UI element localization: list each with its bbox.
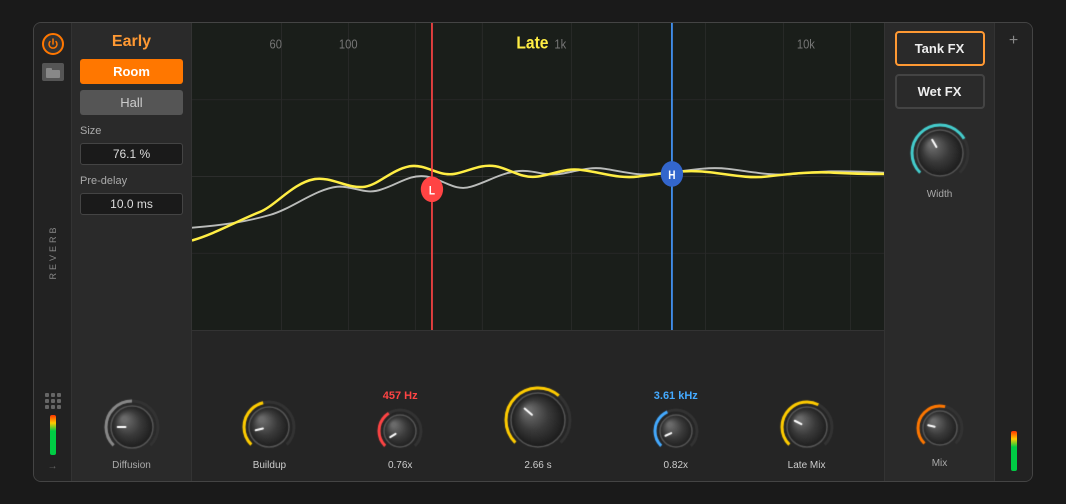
buildup-label: Buildup [253, 460, 286, 471]
low-shape-value: 0.76x [388, 460, 412, 471]
svg-text:H: H [668, 169, 675, 182]
width-knob[interactable] [908, 121, 972, 185]
predelay-label: Pre-delay [80, 175, 183, 187]
width-label: Width [927, 189, 953, 200]
svg-text:1k: 1k [554, 37, 567, 52]
high-shape-knob[interactable] [651, 406, 701, 456]
mix-label: Mix [932, 458, 948, 469]
power-button[interactable] [42, 33, 64, 55]
controls-strip: Buildup 457 Hz 0.76x 2.66 s 3.61 kHz 0.8… [192, 331, 884, 481]
eq-svg: 60 100 1k 10k Late L H [192, 23, 884, 330]
eq-display: 60 100 1k 10k Late L H [192, 23, 884, 331]
left-strip-bottom: → [45, 393, 61, 471]
arrow-icon[interactable]: → [45, 461, 61, 471]
early-section: Early Room Hall Size 76.1 % Pre-delay 10… [72, 23, 192, 481]
svg-text:L: L [429, 185, 436, 198]
knob-group-late-mix: Late Mix [778, 378, 836, 471]
low-freq-label: 457 Hz [383, 390, 418, 402]
tank-fx-button[interactable]: Tank FX [895, 31, 985, 66]
buildup-knob[interactable] [240, 398, 298, 456]
plus-right[interactable]: + [1009, 33, 1018, 49]
size-value[interactable]: 76.1 % [80, 143, 183, 165]
knob-group-decay: 2.66 s [502, 364, 574, 471]
decay-value: 2.66 s [524, 460, 551, 471]
left-strip: REVERB → [34, 23, 72, 481]
wet-fx-button[interactable]: Wet FX [895, 74, 985, 109]
vu-meter-right [1011, 431, 1017, 471]
svg-text:60: 60 [269, 37, 282, 52]
plugin-label: REVERB [48, 224, 58, 279]
diffusion-knob-area: Diffusion [80, 397, 183, 471]
right-panel: Tank FX Wet FX Width Mix [884, 23, 994, 481]
plugin-container: REVERB → Early Room Hall Size 76.1 % Pre… [33, 22, 1033, 482]
right-strip: + [994, 23, 1032, 481]
diffusion-knob[interactable] [102, 397, 162, 457]
size-label: Size [80, 125, 183, 137]
decay-knob[interactable] [502, 384, 574, 456]
mix-knob[interactable] [914, 402, 966, 454]
predelay-value[interactable]: 10.0 ms [80, 193, 183, 215]
high-freq-label: 3.61 kHz [654, 390, 698, 402]
early-title: Early [80, 33, 183, 51]
svg-text:100: 100 [339, 37, 358, 52]
mix-knob-area: Mix [914, 402, 966, 469]
late-mix-label: Late Mix [788, 460, 826, 471]
hall-button[interactable]: Hall [80, 90, 183, 115]
knob-group-low-shape: 457 Hz 0.76x [375, 390, 425, 471]
low-shape-knob[interactable] [375, 406, 425, 456]
late-mix-knob[interactable] [778, 398, 836, 456]
grid-icon[interactable] [45, 393, 61, 409]
svg-text:Late: Late [516, 33, 548, 53]
diffusion-label: Diffusion [112, 460, 151, 471]
room-button[interactable]: Room [80, 59, 183, 84]
main-area: 60 100 1k 10k Late L H [192, 23, 884, 481]
knob-group-high-shape: 3.61 kHz 0.82x [651, 390, 701, 471]
folder-button[interactable] [42, 63, 64, 81]
width-knob-area: Width [908, 121, 972, 200]
knob-group-buildup: Buildup [240, 378, 298, 471]
high-shape-value: 0.82x [664, 460, 688, 471]
svg-text:10k: 10k [797, 37, 816, 52]
vu-meter-left [50, 415, 56, 455]
